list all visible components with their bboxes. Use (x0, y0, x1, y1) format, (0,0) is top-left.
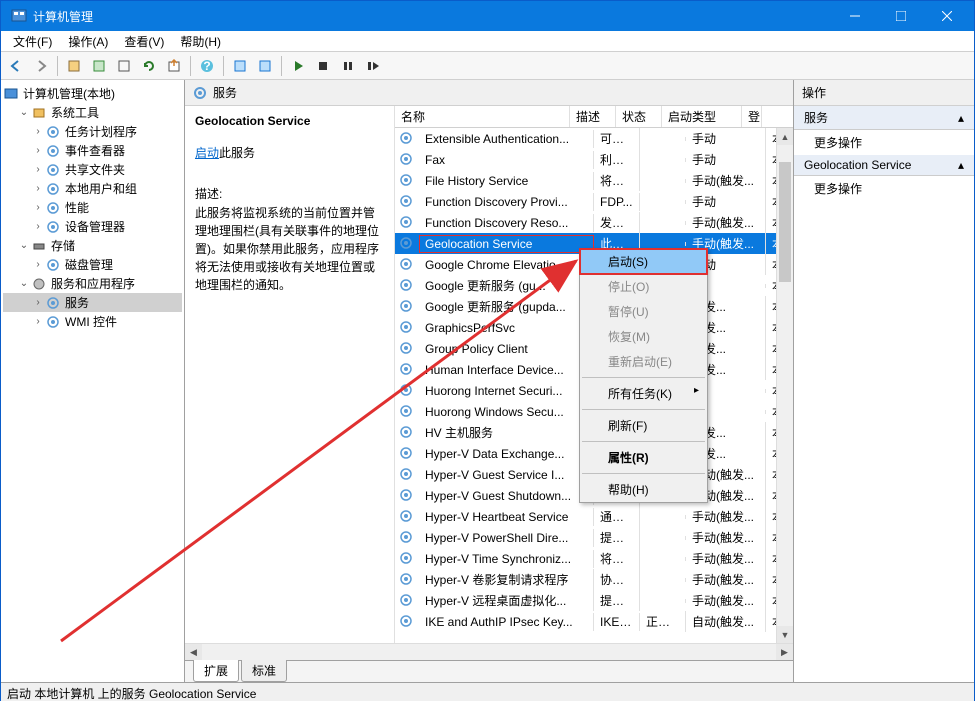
export-button[interactable] (163, 55, 185, 77)
app-icon (11, 8, 27, 24)
actions-header: 操作 (794, 80, 974, 106)
service-row[interactable]: Hyper-V PowerShell Dire...提供...手动(触发...本 (395, 527, 793, 548)
detail-title: Geolocation Service (195, 114, 384, 128)
service-row[interactable]: Hyper-V 远程桌面虚拟化...提供...手动(触发...本 (395, 590, 793, 611)
col-status[interactable]: 状态 (616, 106, 662, 127)
tree-item[interactable]: ›本地用户和组 (3, 179, 182, 198)
actions-section-svc[interactable]: 服务▴ (794, 106, 974, 130)
tree-item[interactable]: ›设备管理器 (3, 217, 182, 236)
start-link[interactable]: 启动 (195, 146, 219, 160)
collapse-icon[interactable]: ▴ (958, 111, 964, 125)
refresh-button[interactable] (138, 55, 160, 77)
tree-root[interactable]: 计算机管理(本地) (3, 84, 182, 103)
tb-icon-6[interactable] (229, 55, 251, 77)
scroll-thumb[interactable] (779, 162, 791, 282)
window-title: 计算机管理 (33, 8, 832, 25)
nav-tree[interactable]: 计算机管理(本地) ⌄系统工具 ›任务计划程序›事件查看器›共享文件夹›本地用户… (1, 80, 185, 682)
help-button[interactable]: ? (196, 55, 218, 77)
service-row[interactable]: Function Discovery Reso...发布...手动(触发...本 (395, 212, 793, 233)
menu-file[interactable]: 文件(F) (5, 31, 60, 52)
tab-standard[interactable]: 标准 (241, 660, 287, 682)
col-desc[interactable]: 描述 (570, 106, 616, 127)
services-header: 服务 (185, 80, 793, 106)
scroll-down-button[interactable]: ▼ (777, 626, 793, 643)
tab-extended[interactable]: 扩展 (193, 660, 239, 682)
tree-item[interactable]: ›事件查看器 (3, 141, 182, 160)
service-row[interactable]: Hyper-V 卷影复制请求程序协调...手动(触发...本 (395, 569, 793, 590)
service-row[interactable]: Hyper-V Time Synchroniz...将此...手动(触发...本 (395, 548, 793, 569)
tree-item[interactable]: ›性能 (3, 198, 182, 217)
tree-item[interactable]: ›WMI 控件 (3, 312, 182, 331)
menu-action[interactable]: 操作(A) (60, 31, 116, 52)
horizontal-scrollbar[interactable]: ◀ ▶ (185, 643, 793, 660)
actions-more-1[interactable]: 更多操作 (794, 130, 974, 155)
service-detail-pane: Geolocation Service 启动此服务 描述: 此服务将监视系统的当… (185, 106, 395, 643)
stop-button[interactable] (312, 55, 334, 77)
cm-resume: 恢复(M) (580, 324, 707, 349)
cm-help[interactable]: 帮助(H) (580, 477, 707, 502)
scroll-left-button[interactable]: ◀ (185, 644, 202, 661)
forward-button[interactable] (30, 55, 52, 77)
col-name[interactable]: 名称 (395, 106, 570, 127)
service-row[interactable]: File History Service将用...手动(触发...本 (395, 170, 793, 191)
menu-help[interactable]: 帮助(H) (172, 31, 229, 52)
cm-refresh[interactable]: 刷新(F) (580, 413, 707, 438)
tb-icon-2[interactable] (88, 55, 110, 77)
cm-props[interactable]: 属性(R) (580, 445, 707, 470)
view-tabs: 扩展 标准 (185, 660, 793, 682)
services-label: 服务 (213, 84, 237, 101)
context-menu: 启动(S) 停止(O) 暂停(U) 恢复(M) 重新启动(E) 所有任务(K)▸… (579, 248, 708, 503)
pause-button[interactable] (337, 55, 359, 77)
tree-storage[interactable]: ⌄存储 (3, 236, 182, 255)
cm-restart: 重新启动(E) (580, 349, 707, 374)
tb-icon-3[interactable] (113, 55, 135, 77)
service-row[interactable]: Hyper-V Heartbeat Service通过...手动(触发...本 (395, 506, 793, 527)
menu-view[interactable]: 查看(V) (116, 31, 172, 52)
vertical-scrollbar[interactable]: ▲ ▼ (776, 128, 793, 643)
list-header[interactable]: 名称 描述 状态 启动类型 登 (395, 106, 793, 128)
actions-pane: 操作 服务▴ 更多操作 Geolocation Service▴ 更多操作 (794, 80, 974, 682)
start-button[interactable] (287, 55, 309, 77)
svg-text:?: ? (203, 59, 210, 73)
maximize-button[interactable] (878, 1, 924, 31)
desc-label: 描述: (195, 185, 384, 202)
close-button[interactable] (924, 1, 970, 31)
col-logon[interactable]: 登 (742, 106, 762, 127)
cm-all-tasks[interactable]: 所有任务(K)▸ (580, 381, 707, 406)
status-text: 启动 本地计算机 上的服务 Geolocation Service (7, 687, 256, 701)
submenu-arrow-icon: ▸ (694, 385, 699, 396)
collapse-icon[interactable]: ▴ (958, 158, 964, 172)
titlebar[interactable]: 计算机管理 (1, 1, 974, 31)
menubar: 文件(F) 操作(A) 查看(V) 帮助(H) (1, 31, 974, 52)
col-start[interactable]: 启动类型 (662, 106, 742, 127)
tree-svc-apps[interactable]: ⌄服务和应用程序 (3, 274, 182, 293)
restart-button[interactable] (362, 55, 384, 77)
service-row[interactable]: Extensible Authentication...可扩...手动本 (395, 128, 793, 149)
tree-item[interactable]: ›服务 (3, 293, 182, 312)
cm-stop: 停止(O) (580, 274, 707, 299)
statusbar: 启动 本地计算机 上的服务 Geolocation Service (1, 682, 974, 701)
desc-text: 此服务将监视系统的当前位置并管理地理围栏(具有关联事件的地理位置)。如果你禁用此… (195, 204, 384, 294)
minimize-button[interactable] (832, 1, 878, 31)
back-button[interactable] (5, 55, 27, 77)
scroll-up-button[interactable]: ▲ (777, 128, 793, 145)
service-row[interactable]: Fax利用...手动本 (395, 149, 793, 170)
toolbar: ? (1, 52, 974, 80)
gear-icon (193, 86, 207, 100)
tree-item[interactable]: ›共享文件夹 (3, 160, 182, 179)
tb-icon-7[interactable] (254, 55, 276, 77)
scroll-right-button[interactable]: ▶ (776, 644, 793, 661)
tree-item[interactable]: ›磁盘管理 (3, 255, 182, 274)
cm-pause: 暂停(U) (580, 299, 707, 324)
tb-icon-1[interactable] (63, 55, 85, 77)
tree-sys-tools[interactable]: ⌄系统工具 (3, 103, 182, 122)
actions-more-2[interactable]: 更多操作 (794, 176, 974, 201)
service-row[interactable]: IKE and AuthIP IPsec Key...IKEE...正在...自… (395, 611, 793, 632)
cm-start[interactable]: 启动(S) (580, 249, 707, 274)
actions-section-geo[interactable]: Geolocation Service▴ (794, 155, 974, 176)
service-row[interactable]: Function Discovery Provi...FDP...手动本 (395, 191, 793, 212)
tree-item[interactable]: ›任务计划程序 (3, 122, 182, 141)
